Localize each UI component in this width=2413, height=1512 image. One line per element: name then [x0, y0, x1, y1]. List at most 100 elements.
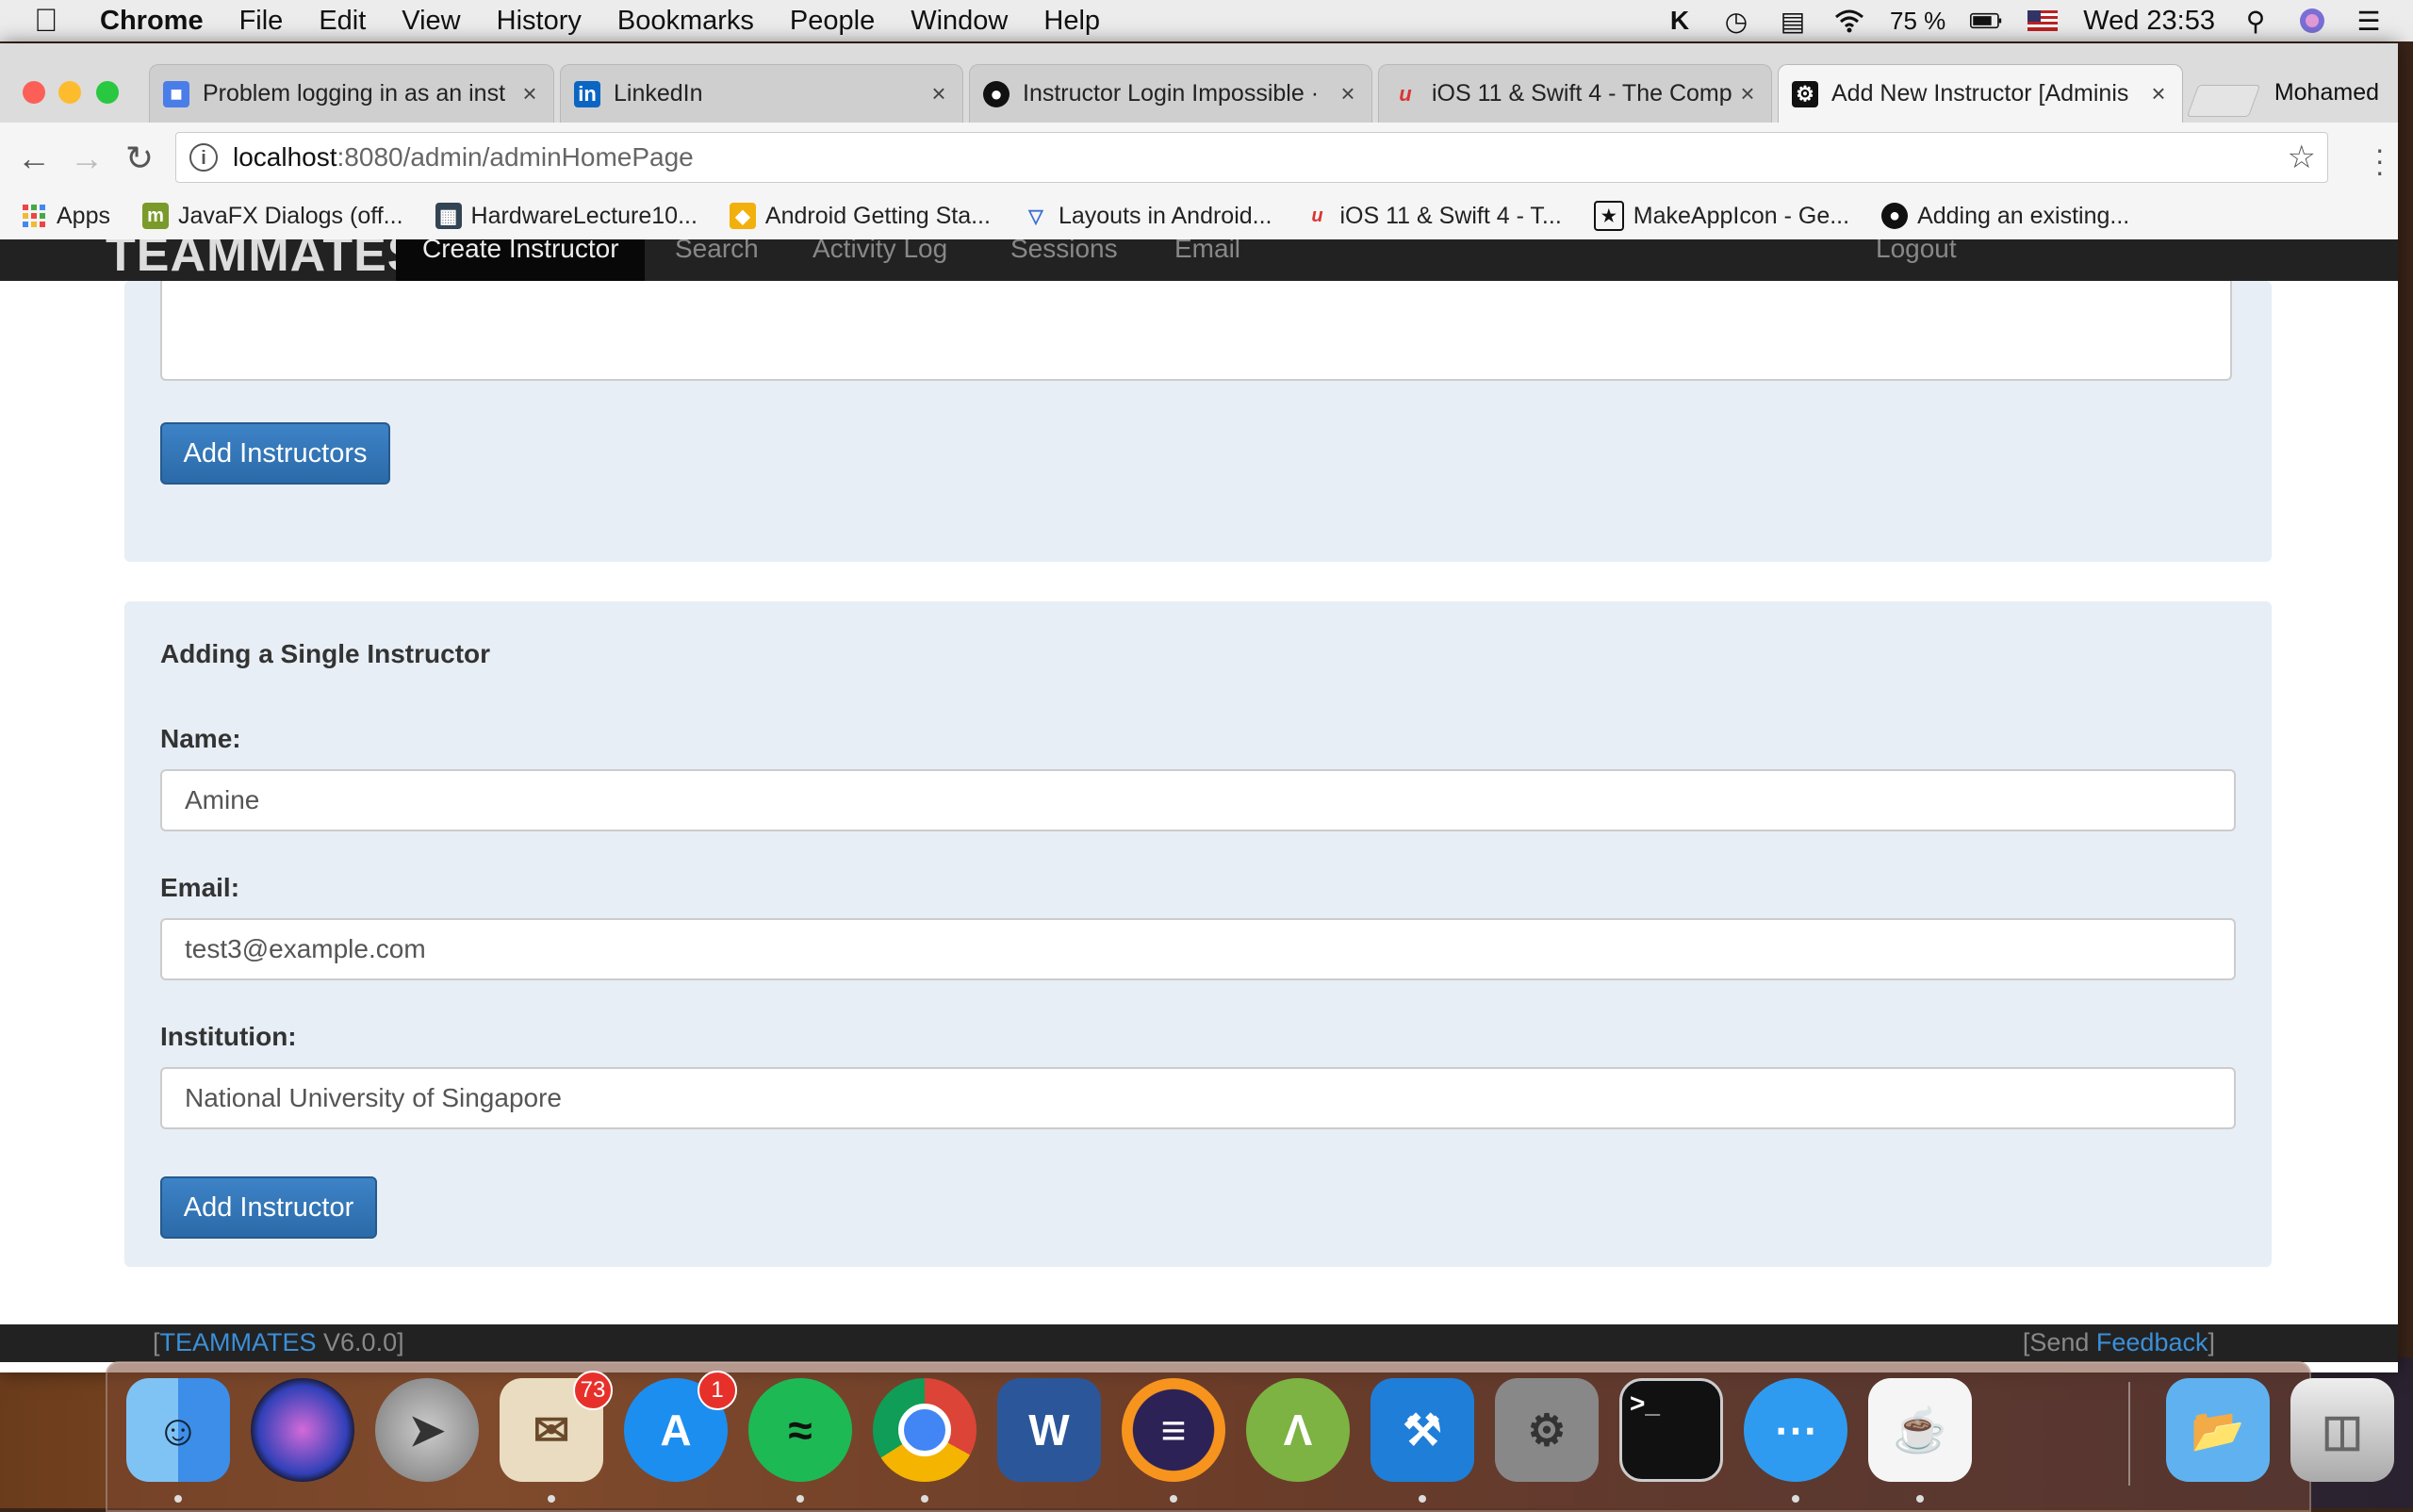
eclipse-icon[interactable]: ≡: [1122, 1378, 1225, 1482]
launchpad-rocket-icon[interactable]: ➤: [375, 1378, 479, 1482]
menu-edit[interactable]: Edit: [319, 6, 366, 37]
feedback-link[interactable]: Feedback: [2096, 1328, 2208, 1356]
tab-linkedin[interactable]: in LinkedIn ×: [560, 64, 963, 123]
menu-window[interactable]: Window: [911, 6, 1008, 37]
word-icon[interactable]: W: [997, 1378, 1101, 1482]
tab-ios-swift[interactable]: u iOS 11 & Swift 4 - The Comp ×: [1378, 64, 1772, 123]
memory-icon[interactable]: ▤: [1777, 7, 1809, 36]
menu-file[interactable]: File: [239, 6, 284, 37]
menu-history[interactable]: History: [497, 6, 582, 37]
menu-view[interactable]: View: [402, 6, 460, 37]
zoom-window-button[interactable]: [96, 81, 119, 104]
trash-icon[interactable]: ◫: [2290, 1378, 2394, 1482]
close-tab-icon[interactable]: ×: [1334, 79, 1362, 108]
forward-arrow-icon[interactable]: →: [66, 138, 107, 179]
java-icon[interactable]: ☕: [1868, 1378, 1972, 1482]
chrome-icon[interactable]: [873, 1378, 977, 1482]
apple-menu-icon[interactable]: : [34, 3, 72, 40]
mail-icon[interactable]: ✉ 73: [500, 1371, 613, 1482]
terminal-icon[interactable]: >_: [1619, 1378, 1723, 1482]
udemy-icon: u: [1311, 205, 1323, 226]
nav-logout[interactable]: Logout: [1876, 239, 1957, 264]
add-instructors-button[interactable]: Add Instructors: [160, 422, 390, 485]
brand-logo[interactable]: TEAMMATES: [106, 239, 420, 283]
bookmark-layouts-android[interactable]: ▽ Layouts in Android...: [1023, 203, 1272, 230]
dock-separator: [2128, 1382, 2130, 1486]
xcode-icon[interactable]: ⚒: [1371, 1378, 1474, 1482]
panel-title: Adding a Single Instructor: [160, 639, 491, 668]
bookmark-hardware-lecture[interactable]: ▦ HardwareLecture10...: [435, 203, 698, 230]
add-single-instructor-panel: Adding a Single Instructor Name: Amine E…: [124, 601, 2272, 1267]
bookmark-android-getting-started[interactable]: ◆ Android Getting Sta...: [729, 203, 991, 230]
system-preferences-icon[interactable]: ⚙: [1495, 1378, 1599, 1482]
email-label: Email:: [160, 873, 240, 902]
bookmark-javafx-dialogs[interactable]: m JavaFX Dialogs (off...: [141, 203, 403, 230]
messages-icon[interactable]: ⋯: [1744, 1378, 1847, 1482]
tab-instructor-login[interactable]: ● Instructor Login Impossible · ×: [969, 64, 1372, 123]
teammates-link[interactable]: TEAMMATES: [160, 1328, 317, 1356]
bookmark-star-icon[interactable]: ☆: [2288, 139, 2316, 176]
wifi-icon[interactable]: [1833, 7, 1865, 35]
finder-icon[interactable]: ☺: [126, 1378, 230, 1482]
minimize-window-button[interactable]: [58, 81, 81, 104]
spotify-icon[interactable]: ≈: [748, 1378, 852, 1482]
instructors-details-textarea[interactable]: [160, 281, 2232, 381]
battery-icon[interactable]: [1970, 7, 2002, 35]
institution-label: Institution:: [160, 1022, 297, 1051]
bookmark-ios-swift[interactable]: u iOS 11 & Swift 4 - T...: [1305, 203, 1561, 230]
name-input[interactable]: Amine: [160, 769, 2236, 831]
nav-sessions[interactable]: Sessions: [1010, 239, 1118, 264]
menu-help[interactable]: Help: [1043, 6, 1100, 37]
clock[interactable]: Wed 23:53: [2083, 6, 2215, 37]
institution-input[interactable]: National University of Singapore: [160, 1067, 2236, 1129]
tab-problem-logging[interactable]: ■ Problem logging in as an inst ×: [149, 64, 554, 123]
profile-name[interactable]: Mohamed: [2274, 79, 2379, 107]
close-tab-icon[interactable]: ×: [516, 79, 544, 108]
running-indicator: [1419, 1495, 1426, 1503]
menu-bookmarks[interactable]: Bookmarks: [617, 6, 754, 37]
address-bar[interactable]: i localhost:8080/admin/adminHomePage ☆: [175, 132, 2328, 183]
k-status-icon[interactable]: K: [1664, 6, 1696, 35]
nav-create-instructor[interactable]: Create Instructor: [422, 239, 619, 264]
spotlight-search-icon[interactable]: ⚲: [2240, 7, 2272, 36]
us-flag-icon[interactable]: [2027, 7, 2059, 35]
github-icon: ●: [1881, 203, 1909, 229]
bookmark-makeappicon[interactable]: ★ MakeAppIcon - Ge...: [1593, 201, 1849, 231]
nav-search[interactable]: Search: [675, 239, 759, 264]
app-store-icon[interactable]: A 1: [624, 1371, 737, 1482]
add-instructor-button[interactable]: Add Instructor: [160, 1176, 377, 1239]
notification-center-icon[interactable]: ☰: [2353, 7, 2385, 36]
new-tab-button[interactable]: [2186, 85, 2261, 117]
tab-add-new-instructor[interactable]: ⚙ Add New Instructor [Adminis ×: [1778, 64, 2183, 123]
close-tab-icon[interactable]: ×: [925, 79, 953, 108]
app-menu[interactable]: Chrome: [100, 6, 204, 37]
siri-icon[interactable]: [251, 1378, 354, 1482]
downloads-folder-icon[interactable]: 📂: [2166, 1378, 2270, 1482]
page-content: TEAMMATES Create Instructor Search Activ…: [0, 239, 2398, 1372]
bookmark-apps[interactable]: Apps: [21, 203, 110, 230]
time-machine-icon[interactable]: ◷: [1720, 7, 1752, 36]
nav-activity-log[interactable]: Activity Log: [813, 239, 947, 264]
name-label: Name:: [160, 724, 241, 753]
url-path: :8080/admin/adminHomePage: [337, 142, 694, 172]
android-studio-icon: ◆: [729, 203, 756, 229]
android-studio-icon[interactable]: Λ: [1246, 1378, 1350, 1482]
bookmark-adding-existing[interactable]: ● Adding an existing...: [1881, 203, 2129, 230]
chrome-menu-icon[interactable]: · · ·: [2374, 134, 2385, 187]
document-icon: ▦: [435, 203, 462, 229]
close-tab-icon[interactable]: ×: [1733, 79, 1762, 108]
close-tab-icon[interactable]: ×: [2144, 79, 2173, 108]
email-input[interactable]: test3@example.com: [160, 918, 2236, 980]
nav-email[interactable]: Email: [1174, 239, 1240, 264]
reload-icon[interactable]: ↻: [119, 138, 160, 179]
browser-toolbar: ← → ↻ i localhost:8080/admin/adminHomePa…: [0, 123, 2398, 198]
back-arrow-icon[interactable]: ←: [13, 138, 55, 179]
menu-people[interactable]: People: [790, 6, 875, 37]
battery-percent: 75 %: [1890, 6, 1946, 35]
siri-icon[interactable]: [2296, 7, 2328, 35]
close-window-button[interactable]: [23, 81, 45, 104]
dock: ☺ ➤ ✉ 73 A 1 ≈ W ≡ Λ ⚒ ⚙ >_ ⋯ ☕ 📂 ◫: [106, 1361, 2394, 1512]
footer-version: [TEAMMATES V6.0.0]: [153, 1328, 404, 1356]
running-indicator: [1170, 1495, 1177, 1503]
info-icon[interactable]: i: [189, 143, 218, 172]
